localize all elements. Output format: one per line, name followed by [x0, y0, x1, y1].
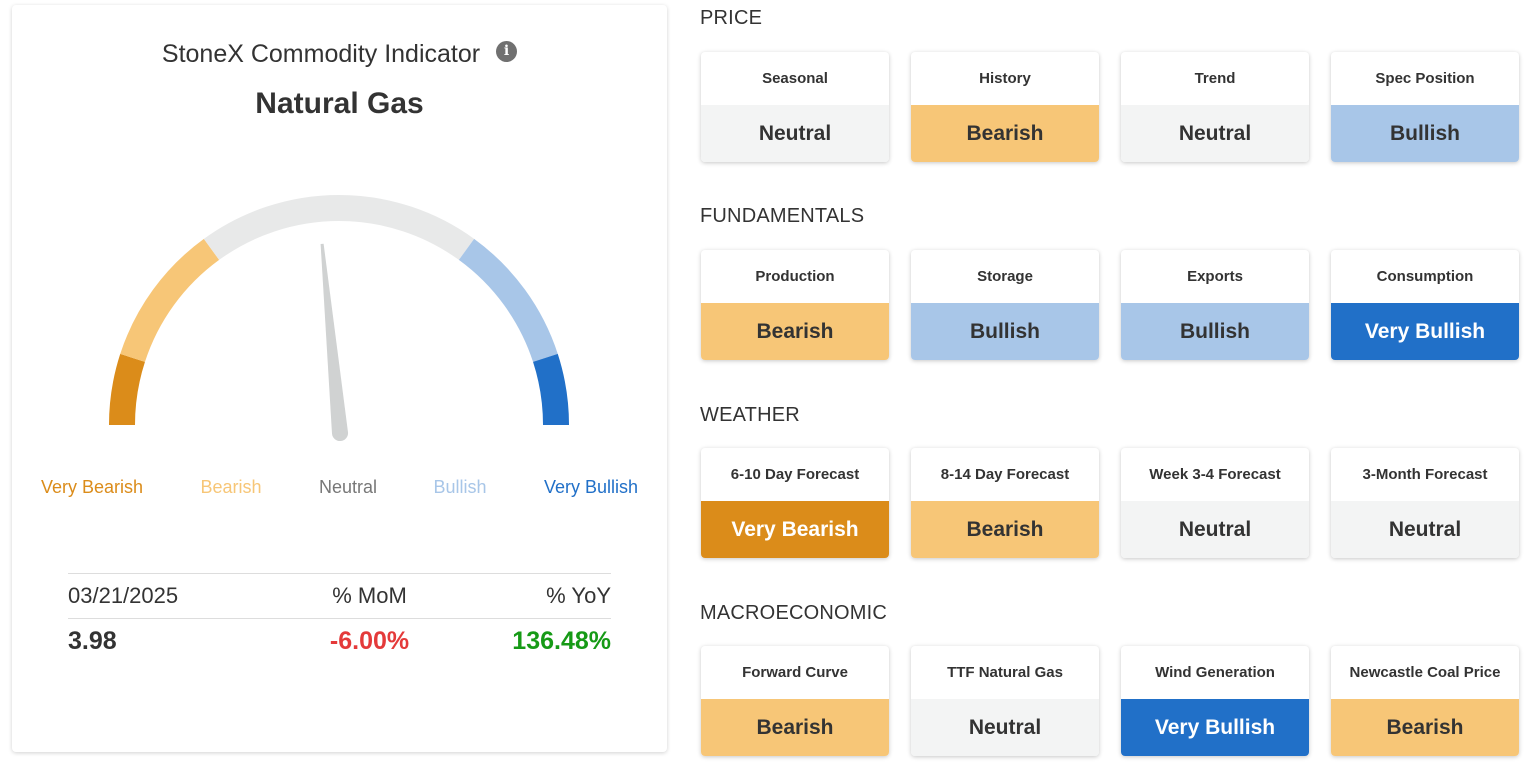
tile-3-month-forecast[interactable]: 3-Month Forecast Neutral [1331, 448, 1519, 558]
tile-label: Wind Generation [1155, 663, 1275, 681]
stats-yoy-header: % YoY [546, 583, 611, 608]
gauge-label-very-bearish: Very Bearish [40, 477, 144, 497]
tile-newcastle-coal-price[interactable]: Newcastle Coal Price Bearish [1331, 646, 1519, 756]
gauge-arc-bullish [458, 238, 558, 363]
tile-label: 6-10 Day Forecast [730, 465, 860, 483]
tile-value: Neutral [911, 699, 1099, 756]
stats-value-row: 3.98 -6.00% 136.48% [68, 619, 611, 663]
tile-label: Newcastle Coal Price [1349, 663, 1501, 681]
gauge-needle [320, 243, 349, 442]
tile-label: Production [755, 267, 835, 285]
indicator-card: StoneX Commodity Indicator i Natural Gas… [12, 5, 667, 752]
section-title-macroeconomic: MACROECONOMIC [700, 602, 888, 624]
tile-label: Spec Position [1375, 69, 1475, 87]
tile-spec-position[interactable]: Spec Position Bullish [1331, 52, 1519, 162]
tile-exports[interactable]: Exports Bullish [1121, 250, 1309, 360]
tile-value: Bearish [701, 303, 889, 360]
tile-label: Consumption [1376, 267, 1474, 285]
gauge-arc-bearish [120, 238, 220, 363]
tile-label: Trend [1194, 69, 1236, 87]
tile-history[interactable]: History Bearish [911, 52, 1099, 162]
gauge-arc-neutral [203, 195, 475, 260]
tile-seasonal[interactable]: Seasonal Neutral [701, 52, 889, 162]
tile-8-14-day-forecast[interactable]: 8-14 Day Forecast Bearish [911, 448, 1099, 558]
tile-label: 3-Month Forecast [1362, 465, 1488, 483]
stats-header-row: 03/21/2025 % MoM % YoY [68, 573, 611, 619]
tile-storage[interactable]: Storage Bullish [911, 250, 1099, 360]
tile-ttf-natural-gas[interactable]: TTF Natural Gas Neutral [911, 646, 1099, 756]
tile-6-10-day-forecast[interactable]: 6-10 Day Forecast Very Bearish [701, 448, 889, 558]
stats-mom-header: % MoM [332, 583, 407, 608]
tile-trend[interactable]: Trend Neutral [1121, 52, 1309, 162]
tile-value: Bearish [911, 105, 1099, 162]
section-title-price: PRICE [700, 7, 763, 29]
tile-label: Forward Curve [742, 663, 848, 681]
sentiment-gauge [108, 195, 570, 442]
stats-yoy-value: 136.48% [512, 627, 611, 655]
gauge-arc-very-bearish [108, 353, 146, 426]
tile-forward-curve[interactable]: Forward Curve Bearish [701, 646, 889, 756]
tile-production[interactable]: Production Bearish [701, 250, 889, 360]
gauge-arc-very-bullish [532, 353, 570, 426]
tile-label: Exports [1187, 267, 1243, 285]
tile-value: Bullish [911, 303, 1099, 360]
section-title-fundamentals: FUNDAMENTALS [700, 205, 865, 227]
tile-label: History [979, 69, 1031, 87]
tile-value: Very Bullish [1121, 699, 1309, 756]
gauge-label-bullish: Bullish [433, 477, 487, 497]
tile-value: Bearish [1331, 699, 1519, 756]
tile-value: Bearish [911, 501, 1099, 558]
gauge-label-very-bullish: Very Bullish [543, 477, 639, 497]
gauge-label-bearish: Bearish [200, 477, 262, 497]
tile-label: Seasonal [762, 69, 828, 87]
tile-label: TTF Natural Gas [947, 663, 1063, 681]
price-stats-table: 03/21/2025 % MoM % YoY 3.98 -6.00% 136.4… [68, 573, 611, 663]
tile-label: Week 3-4 Forecast [1149, 465, 1281, 483]
tile-label: 8-14 Day Forecast [940, 465, 1070, 483]
tile-value: Bearish [701, 699, 889, 756]
tile-value: Bullish [1121, 303, 1309, 360]
tile-value: Very Bullish [1331, 303, 1519, 360]
gauge-label-neutral: Neutral [318, 477, 378, 497]
tile-week-3-4-forecast[interactable]: Week 3-4 Forecast Neutral [1121, 448, 1309, 558]
tile-value: Neutral [1331, 501, 1519, 558]
tile-value: Bullish [1331, 105, 1519, 162]
tile-value: Neutral [701, 105, 889, 162]
gauge-labels: Very Bearish Bearish Neutral Bullish Ver… [12, 477, 667, 505]
tile-value: Very Bearish [701, 501, 889, 558]
tile-value: Neutral [1121, 501, 1309, 558]
tile-label: Storage [977, 267, 1033, 285]
tile-consumption[interactable]: Consumption Very Bullish [1331, 250, 1519, 360]
tile-wind-generation[interactable]: Wind Generation Very Bullish [1121, 646, 1309, 756]
section-title-weather: WEATHER [700, 404, 800, 426]
tile-value: Neutral [1121, 105, 1309, 162]
